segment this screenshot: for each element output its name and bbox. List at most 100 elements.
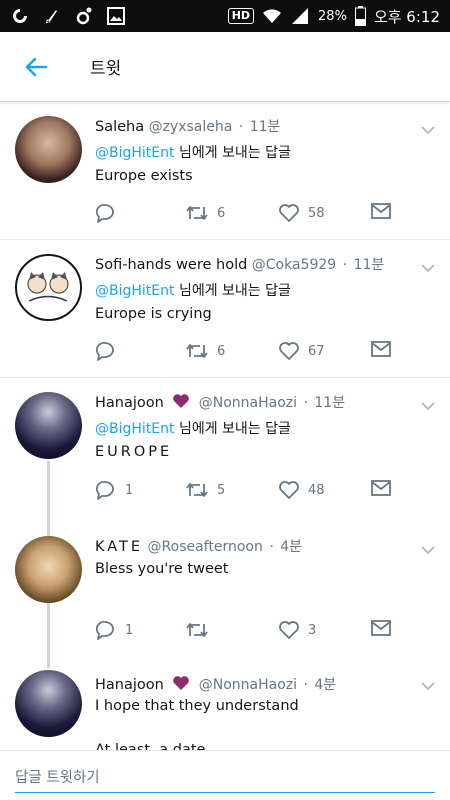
reply-icon — [95, 621, 114, 640]
reply-icon — [95, 204, 114, 223]
like-count: 58 — [308, 205, 325, 221]
reply-button[interactable] — [95, 341, 125, 361]
tweet-text: I hope that they understand — [95, 698, 299, 714]
retweet-count: 5 — [217, 482, 226, 498]
like-button[interactable]: 3 — [278, 620, 316, 640]
battery-icon — [354, 6, 366, 26]
author-name[interactable]: Saleha — [95, 119, 144, 135]
retweet-button[interactable]: 6 — [185, 341, 225, 361]
direct-message-button[interactable] — [371, 203, 391, 219]
chevron-down-icon[interactable] — [420, 542, 436, 558]
tweet-text: Europe exists — [95, 168, 193, 184]
back-arrow-icon — [25, 57, 48, 76]
reply-icon — [95, 481, 114, 500]
purple-heart-icon — [173, 676, 190, 690]
heart-icon — [279, 204, 299, 222]
like-count: 48 — [308, 482, 325, 498]
tweet-time: 11분 — [314, 395, 346, 411]
avatar[interactable] — [15, 670, 82, 737]
avatar[interactable] — [15, 116, 82, 183]
mention-link[interactable]: @BigHitEnt — [95, 145, 175, 161]
gallery-icon — [107, 7, 125, 25]
heart-icon — [279, 481, 299, 499]
tweet-actions: 6 67 — [95, 341, 395, 363]
tweet-item[interactable]: Hanajoon @NonnaHaozi · 4분 I hope that th… — [0, 658, 450, 750]
retweet-button[interactable] — [185, 620, 217, 640]
envelope-icon — [371, 480, 391, 496]
tweet-item[interactable]: KATE @Roseafternoon · 4분 Bless you're tw… — [0, 518, 450, 658]
direct-message-button[interactable] — [371, 341, 391, 357]
chevron-down-icon[interactable] — [420, 260, 436, 276]
tweet-item[interactable]: Saleha @zyxsaleha · 11분 @BigHitEnt 님에게 보… — [0, 102, 450, 239]
cartoon-avatar-icon — [27, 272, 69, 302]
author-handle[interactable]: @zyxsaleha — [149, 119, 233, 135]
reply-input[interactable] — [15, 763, 435, 793]
mention-link[interactable]: @BigHitEnt — [95, 283, 175, 299]
bluetooth-icon — [46, 10, 57, 23]
mention-link[interactable]: @BigHitEnt — [95, 421, 175, 437]
chevron-down-icon[interactable] — [420, 122, 436, 138]
tweet-time: 11분 — [249, 119, 281, 135]
app-bar: 트윗 — [0, 32, 450, 102]
status-bar: HD 28% 오후 6:12 — [0, 0, 450, 32]
like-count: 67 — [308, 343, 325, 359]
tweet-text-continued: At least ,a date — [95, 742, 206, 750]
reply-count: 1 — [125, 482, 134, 498]
avatar[interactable] — [15, 254, 82, 321]
like-count: 3 — [308, 622, 317, 638]
author-name[interactable]: Hanajoon — [95, 677, 164, 693]
clock: 오후 6:12 — [373, 7, 440, 26]
avatar[interactable] — [15, 536, 82, 603]
carrier-icon — [13, 9, 27, 23]
tweet-time: 4분 — [314, 677, 337, 693]
tweet-text: EUROPE — [95, 444, 173, 460]
retweet-count: 6 — [217, 343, 226, 359]
reply-context: @BigHitEnt 님에게 보내는 답글 — [95, 280, 291, 300]
chevron-down-icon[interactable] — [420, 398, 436, 414]
retweet-icon — [186, 483, 208, 497]
reply-button[interactable]: 1 — [95, 620, 133, 640]
reply-icon — [95, 342, 114, 361]
battery-percent: 28% — [318, 8, 347, 24]
author-handle[interactable]: @NonnaHaozi — [199, 677, 297, 693]
like-button[interactable]: 67 — [278, 341, 325, 361]
back-button[interactable] — [0, 32, 72, 102]
page-title: 트윗 — [90, 59, 122, 79]
reply-count: 1 — [125, 622, 134, 638]
author-name[interactable]: KATE — [95, 539, 143, 555]
tweet-item[interactable]: Hanajoon @NonnaHaozi · 11분 @BigHitEnt 님에… — [0, 378, 450, 518]
reply-label: 님에게 보내는 답글 — [178, 145, 291, 161]
reply-button[interactable]: 1 — [95, 480, 133, 500]
envelope-icon — [371, 620, 391, 636]
envelope-icon — [371, 203, 391, 219]
direct-message-button[interactable] — [371, 620, 391, 636]
author-name[interactable]: Hanajoon — [95, 395, 164, 411]
like-button[interactable]: 48 — [278, 480, 325, 500]
author-handle[interactable]: @Coka5929 — [252, 257, 336, 273]
hd-badge: HD — [227, 8, 255, 24]
reply-label: 님에게 보내는 답글 — [178, 283, 291, 299]
reply-context: @BigHitEnt 님에게 보내는 답글 — [95, 142, 291, 162]
reply-button[interactable] — [95, 203, 125, 223]
retweet-icon — [186, 623, 208, 637]
tweet-text: Bless you're tweet — [95, 561, 229, 577]
retweet-icon — [186, 206, 208, 220]
reply-composer — [0, 750, 450, 800]
tweet-actions: 1 5 48 — [95, 480, 395, 502]
author-handle[interactable]: @NonnaHaozi — [199, 395, 297, 411]
tweet-actions: 6 58 — [95, 203, 395, 225]
tweet-item[interactable]: Sofi-hands were hold @Coka5929 · 11분 @Bi… — [0, 240, 450, 377]
like-button[interactable]: 58 — [278, 203, 325, 223]
tweet-time: 11분 — [353, 257, 385, 273]
author-handle[interactable]: @Roseafternoon — [148, 539, 263, 555]
author-name[interactable]: Sofi-hands were hold — [95, 257, 247, 273]
tweet-feed[interactable]: Saleha @zyxsaleha · 11분 @BigHitEnt 님에게 보… — [0, 102, 450, 750]
retweet-button[interactable]: 5 — [185, 480, 225, 500]
heart-icon — [279, 621, 299, 639]
reply-label: 님에게 보내는 답글 — [178, 421, 291, 437]
direct-message-button[interactable] — [371, 480, 391, 496]
retweet-button[interactable]: 6 — [185, 203, 225, 223]
avatar[interactable] — [15, 392, 82, 459]
tweet-actions: 1 3 — [95, 620, 395, 642]
chevron-down-icon[interactable] — [420, 678, 436, 694]
